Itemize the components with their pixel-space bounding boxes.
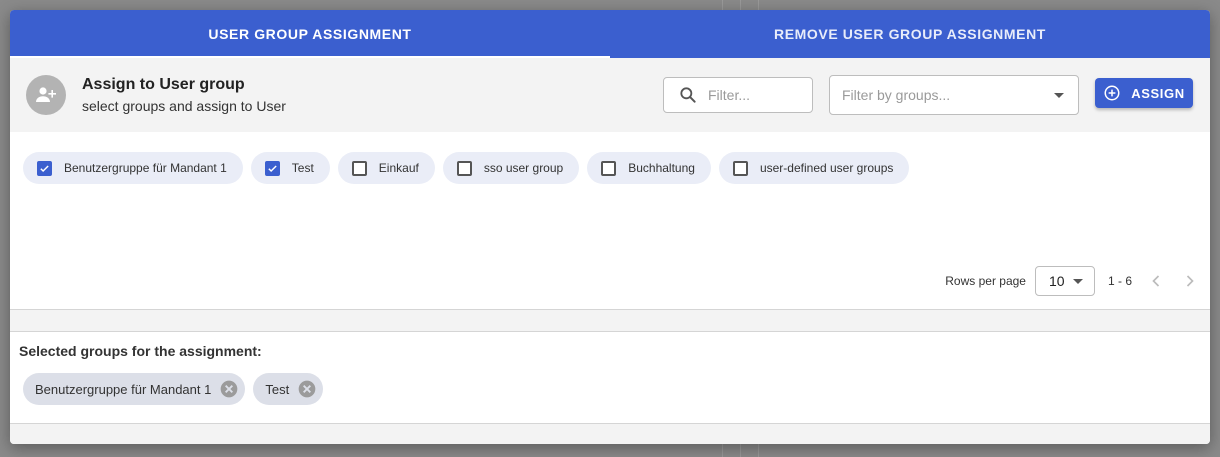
group-chip[interactable]: user-defined user groups bbox=[718, 152, 910, 184]
search-icon bbox=[678, 85, 698, 105]
selected-group-label: Benutzergruppe für Mandant 1 bbox=[35, 381, 212, 397]
tab-bar: USER GROUP ASSIGNMENT REMOVE USER GROUP … bbox=[10, 10, 1210, 58]
tab-user-group-assignment[interactable]: USER GROUP ASSIGNMENT bbox=[10, 10, 610, 58]
group-filter-placeholder: Filter by groups... bbox=[842, 87, 951, 103]
group-chip-label: Test bbox=[291, 161, 314, 175]
chevron-down-icon bbox=[1054, 93, 1064, 98]
section-divider bbox=[10, 310, 1210, 331]
next-page-button[interactable] bbox=[1180, 271, 1200, 291]
selected-groups-panel: Selected groups for the assignment: Benu… bbox=[10, 331, 1210, 424]
selected-groups-label: Selected groups for the assignment: bbox=[19, 343, 262, 359]
group-chip-label: Benutzergruppe für Mandant 1 bbox=[64, 161, 227, 175]
footer-strip bbox=[10, 424, 1210, 444]
selected-group-label: Test bbox=[265, 381, 290, 397]
add-circle-icon bbox=[1103, 84, 1121, 102]
chevron-left-icon bbox=[1152, 275, 1160, 287]
assignment-dialog: USER GROUP ASSIGNMENT REMOVE USER GROUP … bbox=[10, 10, 1210, 444]
page-title: Assign to User group bbox=[82, 76, 245, 93]
checkbox-checked-icon[interactable] bbox=[264, 160, 280, 176]
rows-per-page-value: 10 bbox=[1048, 273, 1065, 289]
rows-per-page-select[interactable]: 10 bbox=[1034, 266, 1095, 296]
checkbox-unchecked-icon[interactable] bbox=[732, 160, 748, 176]
group-chip[interactable]: Einkauf bbox=[337, 152, 435, 184]
group-chip-label: Einkauf bbox=[378, 161, 419, 175]
chevron-down-icon bbox=[1072, 279, 1083, 284]
group-chip-label: Buchhaltung bbox=[628, 161, 695, 175]
assign-button-label: ASSIGN bbox=[1131, 85, 1185, 101]
group-chip[interactable]: Buchhaltung bbox=[587, 152, 711, 184]
remove-chip-icon[interactable] bbox=[297, 379, 317, 399]
selected-group-chip: Benutzergruppe für Mandant 1 bbox=[23, 373, 246, 405]
group-chip-label: sso user group bbox=[483, 161, 564, 175]
pagination: Rows per page 10 1 - 6 bbox=[945, 266, 1200, 296]
checkbox-checked-icon[interactable] bbox=[37, 160, 52, 176]
selected-group-chip: Test bbox=[253, 373, 324, 405]
group-chip-row: Benutzergruppe für Mandant 1 Test Einkauf s… bbox=[23, 152, 910, 184]
selected-chip-row: Benutzergruppe für Mandant 1 Test bbox=[23, 373, 1201, 405]
header-toolbar: Assign to User group select groups and a… bbox=[10, 58, 1210, 132]
group-chip-label: user-defined user groups bbox=[759, 161, 894, 175]
checkbox-unchecked-icon[interactable] bbox=[351, 160, 367, 176]
page-range: 1 - 6 bbox=[1107, 274, 1132, 288]
group-filter-select[interactable]: Filter by groups... bbox=[829, 75, 1079, 115]
rows-per-page-label: Rows per page bbox=[945, 274, 1026, 288]
assign-button[interactable]: ASSIGN bbox=[1095, 78, 1193, 108]
group-add-icon bbox=[26, 75, 66, 115]
group-list: Benutzergruppe für Mandant 1 Test Einkauf s… bbox=[10, 132, 1210, 310]
previous-page-button[interactable] bbox=[1146, 271, 1166, 291]
group-chip[interactable]: Benutzergruppe für Mandant 1 bbox=[23, 152, 243, 184]
group-chip[interactable]: sso user group bbox=[442, 152, 580, 184]
chevron-right-icon bbox=[1186, 275, 1194, 287]
tab-remove-user-group-assignment[interactable]: REMOVE USER GROUP ASSIGNMENT bbox=[610, 10, 1210, 58]
search-field[interactable] bbox=[663, 77, 813, 113]
remove-chip-icon[interactable] bbox=[219, 379, 239, 399]
group-chip[interactable]: Test bbox=[250, 152, 330, 184]
page-subtitle: select groups and assign to User bbox=[82, 98, 286, 114]
checkbox-unchecked-icon[interactable] bbox=[456, 160, 472, 176]
checkbox-unchecked-icon[interactable] bbox=[601, 160, 617, 176]
search-input[interactable] bbox=[708, 87, 808, 103]
